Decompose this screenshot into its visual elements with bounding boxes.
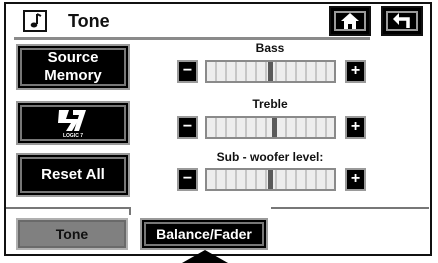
treble-plus-button[interactable]: + [345,116,366,139]
tab-divider [6,207,129,209]
header-divider [14,37,370,40]
tab-tone[interactable]: Tone [16,218,128,250]
subwoofer-slider[interactable] [205,168,336,191]
logic7-button[interactable]: LOGIC 7 [16,101,130,145]
active-tab-indicator [182,250,228,263]
page-title: Tone [68,11,110,31]
bass-slider-knob[interactable] [268,62,273,81]
subwoofer-level-label: Sub - woofer level: [216,150,324,164]
home-button[interactable] [329,6,371,36]
bass-minus-button[interactable]: − [177,60,198,83]
tab-divider-notch [129,207,131,215]
home-icon [341,13,359,29]
subwoofer-minus-button[interactable]: − [177,168,198,191]
treble-minus-button[interactable]: − [177,116,198,139]
logic7-logo-text: LOGIC 7 [63,133,83,139]
back-arrow-icon [393,13,410,28]
source-memory-label: Source Memory [44,49,102,84]
source-memory-button[interactable]: Source Memory [16,44,130,90]
treble-label: Treble [252,97,288,111]
subwoofer-plus-button[interactable]: + [345,168,366,191]
logic7-logo: LOGIC 7 [58,110,86,139]
tab-divider-right [271,207,429,209]
reset-all-label: Reset All [41,166,105,183]
tab-tone-label: Tone [55,226,89,242]
back-button[interactable] [381,6,423,36]
treble-slider[interactable] [205,116,336,139]
bass-plus-button[interactable]: + [345,60,366,83]
treble-slider-knob[interactable] [272,118,277,137]
subwoofer-slider-knob[interactable] [268,170,273,189]
tone-screen: Tone Source Memory LOGIC 7 Reset All Bas… [0,0,438,263]
tab-balance-fader-label: Balance/Fader [156,226,252,242]
music-note-icon [23,10,47,32]
bass-slider[interactable] [205,60,336,83]
bass-label: Bass [255,41,285,55]
tab-balance-fader[interactable]: Balance/Fader [140,218,268,250]
reset-all-button[interactable]: Reset All [16,153,130,197]
